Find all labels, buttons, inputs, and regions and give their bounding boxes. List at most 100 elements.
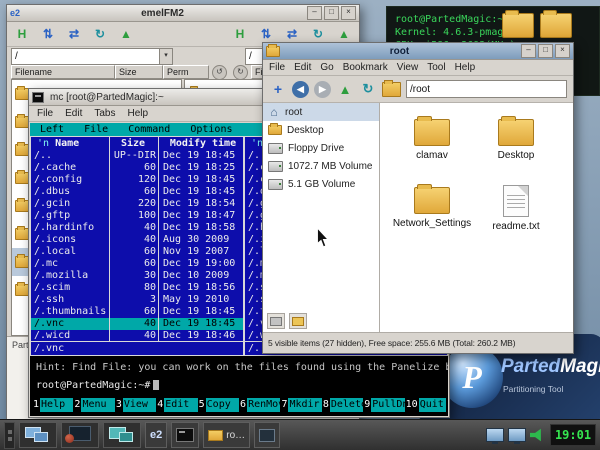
- menu-go[interactable]: Go: [320, 62, 333, 73]
- panel-handle[interactable]: [4, 422, 15, 449]
- column-mtime[interactable]: Modify time: [159, 137, 243, 150]
- menu-file[interactable]: File: [37, 108, 53, 119]
- close-button[interactable]: ×: [555, 44, 570, 58]
- column-name[interactable]: Name: [55, 138, 79, 149]
- dropdown-icon[interactable]: ▾: [159, 49, 172, 64]
- maximize-button[interactable]: □: [538, 44, 553, 58]
- mc-file-row[interactable]: /.cache 60 Dec 19 18:25: [31, 162, 243, 174]
- file-item-readme[interactable]: readme.txt: [476, 185, 556, 232]
- menu-tabs[interactable]: Tabs: [94, 108, 115, 119]
- sync-right-icon[interactable]: ↻: [233, 65, 248, 80]
- minimize-button[interactable]: –: [521, 44, 536, 58]
- mc-file-row[interactable]: /.local 60 Nov 19 2007: [31, 246, 243, 258]
- mc-file-row[interactable]: /.ssh 3 May 19 2010: [31, 294, 243, 306]
- desktop-folder-icon[interactable]: [540, 13, 572, 38]
- display-tray-icon[interactable]: [486, 428, 504, 442]
- sidebar-item-volume-5gb[interactable]: 5.1 GB Volume: [263, 175, 379, 193]
- sidebar-item-floppy[interactable]: Floppy Drive: [263, 139, 379, 157]
- path-combo-left[interactable]: / ▾: [11, 48, 173, 65]
- folder-button[interactable]: [289, 313, 307, 329]
- show-hidden-icon[interactable]: H: [229, 24, 251, 44]
- home-folder-icon[interactable]: [382, 82, 401, 97]
- menu-edit[interactable]: Edit: [65, 108, 82, 119]
- forward-icon[interactable]: ▶: [314, 81, 331, 98]
- emelfm2-titlebar[interactable]: e2 emelFM2 – □ ×: [7, 5, 359, 22]
- menu-view[interactable]: View: [397, 62, 419, 73]
- taskbar-button-emelfm2[interactable]: e2: [145, 422, 167, 448]
- pager-desktop-1[interactable]: [19, 422, 57, 448]
- screenshot-tool-icon[interactable]: [61, 422, 99, 448]
- mc-menu-file[interactable]: File: [84, 123, 108, 136]
- file-item-desktop[interactable]: Desktop: [476, 119, 556, 161]
- mc-file-row[interactable]: /.mozilla 30 Dec 10 2009: [31, 270, 243, 282]
- function-key[interactable]: 2 Menu: [73, 398, 114, 412]
- menu-tool[interactable]: Tool: [427, 62, 445, 73]
- address-input[interactable]: [406, 80, 567, 98]
- taskbar-button-window[interactable]: [254, 422, 280, 448]
- sidebar-item-volume-1072[interactable]: 1072.7 MB Volume: [263, 157, 379, 175]
- sidebar-item-desktop[interactable]: Desktop: [263, 121, 379, 139]
- shell-prompt[interactable]: root@PartedMagic:~#: [36, 380, 159, 391]
- fm-icon-view[interactable]: clamav Desktop Network_Settings readme.t…: [380, 103, 573, 332]
- clock[interactable]: 19:01: [550, 424, 596, 446]
- fm-titlebar[interactable]: root – □ ×: [263, 43, 573, 60]
- function-key[interactable]: 3 View: [115, 398, 156, 412]
- function-key[interactable]: 7 Mkdir: [280, 398, 321, 412]
- new-tab-icon[interactable]: +: [269, 80, 287, 98]
- pager-desktop-2[interactable]: [103, 422, 141, 448]
- function-key[interactable]: 6 RenMov: [239, 398, 280, 412]
- refresh-icon[interactable]: ↻: [307, 24, 329, 44]
- file-item-network-settings[interactable]: Network_Settings: [392, 187, 472, 229]
- back-icon[interactable]: ◀: [292, 81, 309, 98]
- column-size[interactable]: Size: [115, 65, 163, 79]
- taskbar-button-root[interactable]: ro…: [203, 422, 250, 448]
- show-hidden-icon[interactable]: H: [11, 24, 33, 44]
- close-button[interactable]: ×: [341, 6, 356, 20]
- menu-bookmark[interactable]: Bookmark: [343, 62, 388, 73]
- file-item-clamav[interactable]: clamav: [392, 119, 472, 161]
- column-size[interactable]: Size: [109, 137, 159, 150]
- sidebar-item-root[interactable]: root: [263, 103, 379, 121]
- menu-file[interactable]: File: [269, 62, 285, 73]
- mc-file-row[interactable]: /.hardinfo 40 Dec 19 18:58: [31, 222, 243, 234]
- column-filename[interactable]: Filename: [11, 65, 115, 79]
- volume-icon[interactable]: [530, 428, 546, 442]
- mc-menu-left[interactable]: Left: [40, 123, 64, 136]
- function-key[interactable]: 9 PullDn: [363, 398, 404, 412]
- mc-file-row[interactable]: /.wicd 40 Dec 19 18:46: [31, 330, 243, 341]
- network-tray-icon[interactable]: [508, 428, 526, 442]
- function-key[interactable]: 1 Help: [32, 398, 73, 412]
- mc-file-row[interactable]: /.scim 80 Dec 19 18:56: [31, 282, 243, 294]
- mc-file-row[interactable]: /.thumbnails 60 Dec 19 18:45: [31, 306, 243, 318]
- mc-menu-command[interactable]: Command: [128, 123, 170, 136]
- mc-menu-options[interactable]: Options: [190, 123, 232, 136]
- mc-file-row[interactable]: /.mc 60 Dec 19 19:00: [31, 258, 243, 270]
- function-key[interactable]: 5 Copy: [198, 398, 239, 412]
- column-perm[interactable]: Perm: [163, 65, 209, 79]
- mc-file-row[interactable]: /.vnc 40 Dec 19 18:45: [31, 318, 243, 330]
- menu-help[interactable]: Help: [455, 62, 476, 73]
- swap-panes-icon[interactable]: ⇄: [281, 24, 303, 44]
- taskbar-button-terminal[interactable]: [171, 422, 199, 448]
- menu-help[interactable]: Help: [127, 108, 148, 119]
- refresh-icon[interactable]: ↻: [359, 80, 377, 98]
- device-button[interactable]: [267, 313, 285, 329]
- mc-file-row[interactable]: /.icons 40 Aug 30 2009: [31, 234, 243, 246]
- function-key[interactable]: 8 Delete: [322, 398, 363, 412]
- mc-file-row[interactable]: /.. UP--DIR Dec 19 18:45: [31, 150, 243, 162]
- function-key[interactable]: 4 Edit: [156, 398, 197, 412]
- maximize-button[interactable]: □: [324, 6, 339, 20]
- go-up-icon[interactable]: ▲: [115, 24, 137, 44]
- sort-arrows-icon[interactable]: ⇅: [255, 24, 277, 44]
- mc-file-row[interactable]: /.dbus 60 Dec 19 18:45: [31, 186, 243, 198]
- desktop-folder-icon[interactable]: [502, 13, 534, 38]
- refresh-icon[interactable]: ↻: [89, 24, 111, 44]
- mc-file-row[interactable]: /.config 120 Dec 19 18:45: [31, 174, 243, 186]
- sync-left-icon[interactable]: ↺: [212, 65, 227, 80]
- mc-file-row[interactable]: /.gcin 220 Dec 19 18:54: [31, 198, 243, 210]
- mc-file-row[interactable]: /.gftp 100 Dec 19 18:47: [31, 210, 243, 222]
- go-up-icon[interactable]: ▲: [333, 24, 355, 44]
- sort-arrows-icon[interactable]: ⇅: [37, 24, 59, 44]
- swap-panes-icon[interactable]: ⇄: [63, 24, 85, 44]
- go-up-icon[interactable]: ▲: [336, 80, 354, 98]
